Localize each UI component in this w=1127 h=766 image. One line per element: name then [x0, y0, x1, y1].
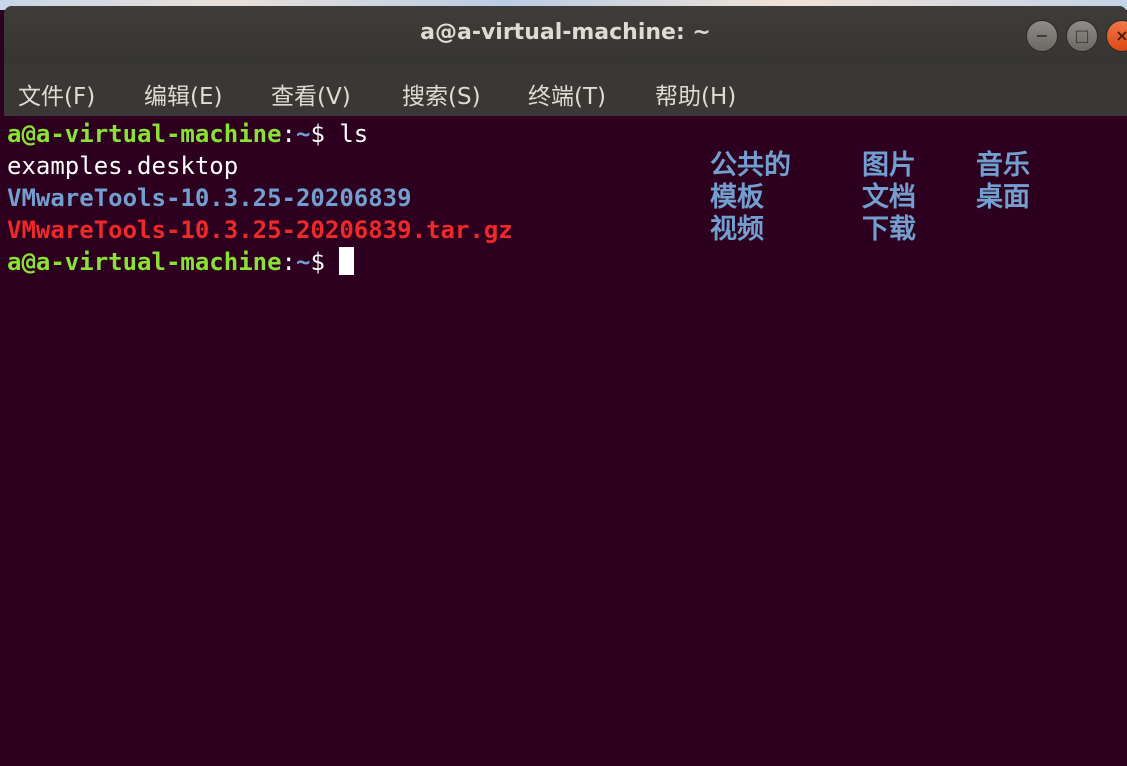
prompt-user: a@a-virtual-machine	[7, 248, 282, 276]
menu-file[interactable]: 文件(F)	[18, 77, 95, 111]
maximize-icon: □	[1074, 26, 1090, 45]
dir-templates: 模板	[710, 182, 764, 213]
prompt-path: ~	[296, 120, 311, 148]
command-text: ls	[339, 120, 369, 148]
file-examples: examples.desktop	[7, 152, 239, 180]
close-button[interactable]: ×	[1106, 20, 1127, 52]
active-prompt-line[interactable]: a@a-virtual-machine:~$	[7, 246, 355, 278]
minimize-icon: −	[1035, 26, 1049, 45]
dir-music: 音乐	[976, 150, 1030, 181]
file-vmwaretools-archive: VMwareTools-10.3.25-20206839.tar.gz	[7, 216, 513, 244]
window-title: a@a-virtual-machine: ~	[420, 20, 711, 45]
menu-help[interactable]: 帮助(H)	[655, 77, 736, 111]
dir-videos: 视频	[710, 214, 764, 245]
menu-view[interactable]: 查看(V)	[271, 77, 351, 111]
prompt-user: a@a-virtual-machine	[7, 120, 282, 148]
dir-pictures: 图片	[862, 150, 916, 181]
prompt-colon: :	[281, 248, 296, 276]
title-bar[interactable]: a@a-virtual-machine: ~ − □ ×	[4, 6, 1127, 64]
menu-terminal[interactable]: 终端(T)	[528, 77, 606, 111]
prompt-colon: :	[281, 120, 296, 148]
maximize-button[interactable]: □	[1066, 20, 1098, 52]
prompt-sign: $	[310, 248, 340, 276]
minimize-button[interactable]: −	[1026, 20, 1058, 52]
dir-desktop: 桌面	[976, 182, 1030, 213]
command-line: a@a-virtual-machine:~$ ls	[7, 118, 368, 150]
terminal-window: a@a-virtual-machine: ~ − □ × 文件(F) 编辑(E)…	[4, 6, 1127, 766]
prompt-sign: $	[310, 120, 340, 148]
dir-documents: 文档	[862, 182, 916, 213]
dir-downloads: 下载	[862, 214, 916, 245]
menu-search[interactable]: 搜索(S)	[402, 77, 481, 111]
prompt-path: ~	[296, 248, 311, 276]
text-cursor	[339, 247, 355, 275]
close-icon: ×	[1115, 26, 1127, 45]
menu-edit[interactable]: 编辑(E)	[144, 77, 222, 111]
dir-vmwaretools: VMwareTools-10.3.25-20206839	[7, 184, 412, 212]
menu-bar: 文件(F) 编辑(E) 查看(V) 搜索(S) 终端(T) 帮助(H)	[4, 64, 1127, 116]
dir-public: 公共的	[710, 150, 791, 181]
terminal-output[interactable]: a@a-virtual-machine:~$ ls examples.deskt…	[4, 116, 1127, 766]
